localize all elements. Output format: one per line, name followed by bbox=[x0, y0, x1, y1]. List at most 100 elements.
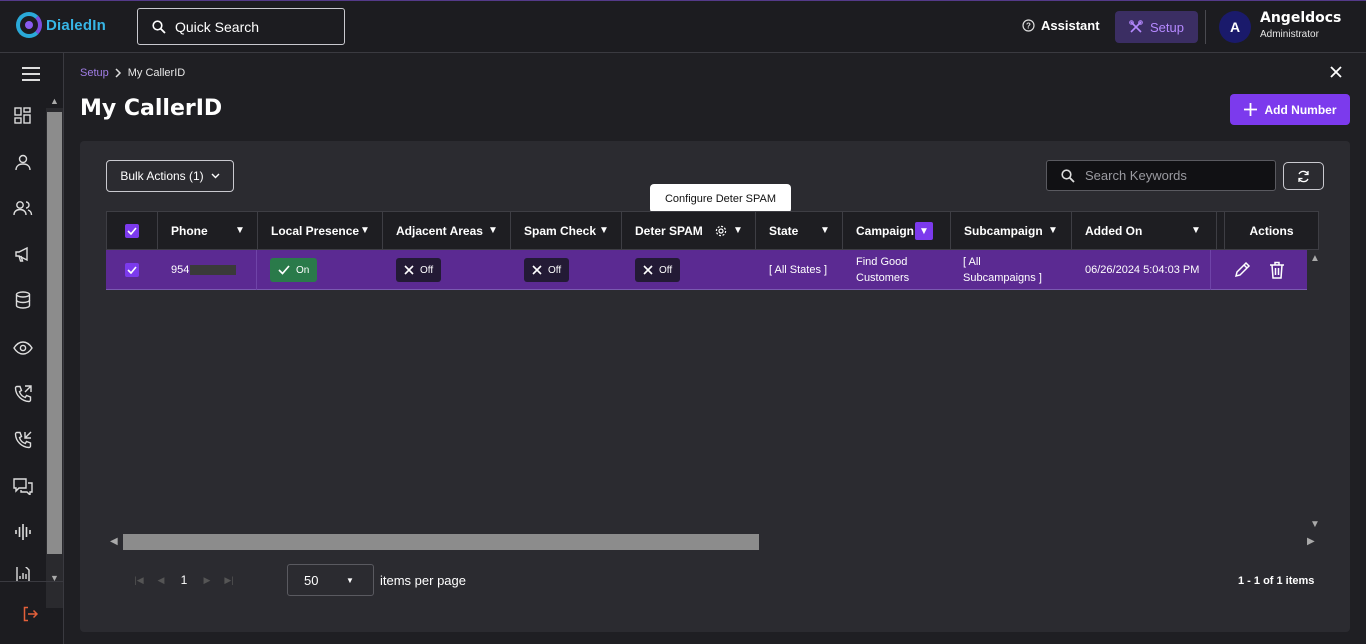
added-on-value: 06/26/2024 5:04:03 PM bbox=[1085, 264, 1200, 276]
actions-cell bbox=[1211, 250, 1307, 290]
last-page-icon[interactable]: ▶| bbox=[218, 575, 240, 586]
per-page-label: items per page bbox=[380, 573, 466, 588]
filter-icon[interactable]: ▼ bbox=[235, 225, 245, 236]
phone-cell: 954 bbox=[157, 250, 257, 290]
gear-icon[interactable] bbox=[715, 225, 727, 237]
avatar[interactable]: A bbox=[1219, 11, 1251, 43]
campaign-line-2: Customers bbox=[856, 272, 910, 284]
quick-search-label: Quick Search bbox=[175, 18, 260, 35]
subcampaign-line-1: [ All bbox=[963, 256, 981, 268]
local-presence-toggle[interactable]: On bbox=[270, 258, 318, 282]
scroll-up-icon[interactable]: ▲ bbox=[50, 96, 59, 106]
adjacent-areas-toggle[interactable]: Off bbox=[396, 258, 442, 282]
deter-spam-toggle[interactable]: Off bbox=[635, 258, 681, 282]
quick-search[interactable]: Quick Search bbox=[137, 8, 345, 45]
campaign-line-1: Find Good bbox=[856, 256, 908, 268]
col-local-presence[interactable]: Local Presence ▼ bbox=[258, 212, 383, 249]
col-added-on[interactable]: Added On ▼ bbox=[1072, 212, 1217, 249]
table-row[interactable]: 954 On Off Off Off [All States] Find G… bbox=[106, 250, 1307, 290]
edit-pencil-icon[interactable] bbox=[1233, 261, 1251, 279]
phone-incoming-icon[interactable] bbox=[12, 429, 34, 451]
logout-icon[interactable] bbox=[22, 606, 39, 627]
filter-icon[interactable]: ▼ bbox=[733, 225, 743, 236]
setup-label: Setup bbox=[1150, 19, 1184, 35]
col-subcampaign[interactable]: Subcampaign ▼ bbox=[951, 212, 1072, 249]
col-adjacent-areas-label: Adjacent Areas bbox=[396, 223, 483, 238]
col-state[interactable]: State ▼ bbox=[756, 212, 843, 249]
pagination-info: 1 - 1 of 1 items bbox=[1238, 575, 1315, 587]
refresh-button[interactable] bbox=[1283, 162, 1324, 190]
prev-page-icon[interactable]: ◀ bbox=[150, 575, 172, 586]
select-all-checkbox[interactable] bbox=[125, 223, 139, 238]
col-spam-check[interactable]: Spam Check ▼ bbox=[511, 212, 622, 249]
filter-icon[interactable]: ▼ bbox=[1191, 225, 1201, 236]
next-page-icon[interactable]: ▶ bbox=[196, 575, 218, 586]
col-phone[interactable]: Phone ▼ bbox=[158, 212, 258, 249]
chat-icon[interactable] bbox=[12, 475, 34, 497]
per-page-value: 50 bbox=[304, 572, 319, 588]
col-actions: Actions bbox=[1224, 212, 1318, 249]
close-icon bbox=[643, 265, 653, 275]
scroll-left-icon[interactable]: ◀ bbox=[110, 536, 118, 547]
filter-icon[interactable]: ▼ bbox=[360, 225, 370, 236]
svg-text:?: ? bbox=[1026, 22, 1031, 31]
setup-button[interactable]: Setup bbox=[1115, 11, 1198, 43]
grid-icon[interactable] bbox=[12, 105, 34, 127]
table-scroll-up-icon[interactable]: ▲ bbox=[1310, 253, 1320, 264]
phone-outgoing-icon[interactable] bbox=[12, 383, 34, 405]
caret-down-icon: ▼ bbox=[346, 576, 354, 585]
keyword-search[interactable] bbox=[1046, 160, 1276, 191]
app-name: DialedIn bbox=[46, 16, 106, 34]
search-icon bbox=[1061, 168, 1075, 183]
assistant-button[interactable]: ? Assistant bbox=[1022, 18, 1100, 33]
deter-spam-cell: Off bbox=[621, 250, 755, 290]
state-cell: [ All States ] bbox=[755, 250, 842, 290]
waveform-icon[interactable] bbox=[12, 521, 34, 543]
bulk-actions-button[interactable]: Bulk Actions (1) bbox=[106, 160, 234, 192]
app-logo[interactable]: DialedIn bbox=[16, 12, 106, 38]
per-page-select[interactable]: 50 ▼ bbox=[287, 564, 374, 596]
sidebar-scrollbar[interactable]: ▲ ▼ bbox=[46, 96, 63, 608]
scroll-thumb[interactable] bbox=[123, 534, 759, 550]
bulk-actions-label: Bulk Actions (1) bbox=[120, 169, 204, 183]
menu-icon[interactable] bbox=[22, 67, 40, 85]
adjacent-areas-cell: Off bbox=[382, 250, 510, 290]
page-number[interactable]: 1 bbox=[172, 573, 196, 587]
keyword-search-input[interactable] bbox=[1085, 168, 1265, 183]
database-icon[interactable] bbox=[12, 289, 34, 311]
breadcrumb-setup[interactable]: Setup bbox=[80, 67, 109, 79]
user-icon[interactable] bbox=[12, 151, 34, 173]
breadcrumb: Setup My CallerID bbox=[80, 67, 185, 79]
deter-spam-tooltip: Configure Deter SPAM bbox=[650, 184, 791, 218]
chevron-right-icon bbox=[115, 68, 121, 78]
col-campaign[interactable]: Campaign ▼ bbox=[843, 212, 951, 249]
close-icon[interactable] bbox=[1330, 65, 1342, 83]
add-number-button[interactable]: Add Number bbox=[1230, 94, 1350, 125]
col-adjacent-areas[interactable]: Adjacent Areas ▼ bbox=[383, 212, 511, 249]
sidebar-scroll-thumb[interactable] bbox=[47, 112, 62, 554]
filter-icon[interactable]: ▼ bbox=[1048, 225, 1058, 236]
close-icon bbox=[404, 265, 414, 275]
users-icon[interactable] bbox=[12, 197, 34, 219]
tools-icon bbox=[1129, 20, 1143, 33]
filter-icon[interactable]: ▼ bbox=[488, 225, 498, 236]
trash-icon[interactable] bbox=[1269, 261, 1285, 279]
filter-icon[interactable]: ▼ bbox=[820, 225, 830, 236]
row-select-cell bbox=[106, 250, 157, 290]
spam-check-cell: Off bbox=[510, 250, 621, 290]
search-icon bbox=[152, 19, 166, 34]
eye-icon[interactable] bbox=[12, 337, 34, 359]
scroll-right-icon[interactable]: ▶ bbox=[1307, 536, 1315, 547]
spam-check-toggle[interactable]: Off bbox=[524, 258, 570, 282]
subcampaign-line-2: Subcampaigns ] bbox=[963, 272, 1042, 284]
table-horizontal-scrollbar[interactable]: ◀ ▶ bbox=[106, 533, 1323, 550]
row-checkbox[interactable] bbox=[124, 263, 139, 277]
megaphone-icon[interactable] bbox=[12, 243, 34, 265]
report-icon[interactable] bbox=[12, 567, 34, 581]
filter-icon[interactable]: ▼ bbox=[599, 225, 609, 236]
user-name[interactable]: Angeldocs bbox=[1260, 10, 1341, 26]
filter-active-icon[interactable]: ▼ bbox=[915, 222, 933, 240]
table-scroll-down-icon[interactable]: ▼ bbox=[1310, 519, 1320, 530]
first-page-icon[interactable]: |◀ bbox=[128, 575, 150, 586]
col-deter-spam[interactable]: Deter SPAM ▼ bbox=[622, 212, 756, 249]
